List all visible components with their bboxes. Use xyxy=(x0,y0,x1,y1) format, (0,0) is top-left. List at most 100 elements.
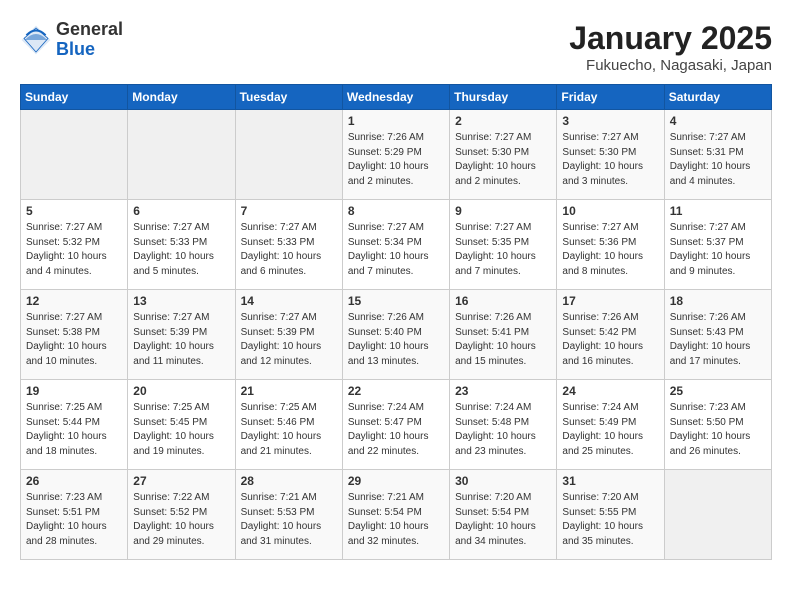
day-number: 5 xyxy=(26,204,122,218)
cell-content: Sunrise: 7:21 AMSunset: 5:54 PMDaylight:… xyxy=(348,491,444,549)
cell-content: Sunrise: 7:22 AMSunset: 5:52 PMDaylight:… xyxy=(133,491,229,549)
week-row-2: 5 Sunrise: 7:27 AMSunset: 5:32 PMDaylight… xyxy=(21,200,772,290)
calendar-cell: 3 Sunrise: 7:27 AMSunset: 5:30 PMDaylight… xyxy=(557,110,664,200)
calendar-cell: 25Sunrise: 7:23 AMSunset: 5:50 PMDayligh… xyxy=(664,380,771,470)
day-number: 13 xyxy=(133,294,229,308)
calendar-cell xyxy=(664,470,771,560)
day-number: 2 xyxy=(455,114,551,128)
cell-content: Sunrise: 7:24 AMSunset: 5:49 PMDaylight:… xyxy=(562,401,658,459)
calendar-cell: 1Sunrise: 7:26 AMSunset: 5:29 PMDaylight… xyxy=(342,110,449,200)
cell-content: Sunrise: 7:27 AMSunset: 5:34 PMDaylight:… xyxy=(348,221,444,279)
day-number: 18 xyxy=(670,294,766,308)
logo: General Blue xyxy=(20,20,123,60)
day-number: 7 xyxy=(241,204,337,218)
calendar-cell: 13 Sunrise: 7:27 AMSunset: 5:39 PMDayligh… xyxy=(128,290,235,380)
day-number: 26 xyxy=(26,474,122,488)
day-number: 24 xyxy=(562,384,658,398)
day-number: 29 xyxy=(348,474,444,488)
header-tuesday: Tuesday xyxy=(235,85,342,110)
logo-blue-text: Blue xyxy=(56,40,123,60)
cell-content: Sunrise: 7:27 AMSunset: 5:33 PMDaylight:… xyxy=(241,221,337,279)
cell-content: Sunrise: 7:27 AMSunset: 5:30 PMDaylight:… xyxy=(562,131,658,189)
day-number: 23 xyxy=(455,384,551,398)
cell-content: Sunrise: 7:27 AMSunset: 5:32 PMDaylight:… xyxy=(26,221,122,279)
cell-content: Sunrise: 7:27 AMSunset: 5:39 PMDaylight:… xyxy=(241,311,337,369)
week-row-4: 19 Sunrise: 7:25 AMSunset: 5:44 PMDayligh… xyxy=(21,380,772,470)
cell-content: Sunrise: 7:27 AMSunset: 5:35 PMDaylight:… xyxy=(455,221,551,279)
day-number: 3 xyxy=(562,114,658,128)
calendar-cell: 11 Sunrise: 7:27 AMSunset: 5:37 PMDayligh… xyxy=(664,200,771,290)
location: Fukuecho, Nagasaki, Japan xyxy=(569,57,772,74)
cell-content: Sunrise: 7:27 AMSunset: 5:39 PMDaylight:… xyxy=(133,311,229,369)
calendar-cell: 27 Sunrise: 7:22 AMSunset: 5:52 PMDayligh… xyxy=(128,470,235,560)
calendar-cell: 24 Sunrise: 7:24 AMSunset: 5:49 PMDayligh… xyxy=(557,380,664,470)
cell-content: Sunrise: 7:27 AMSunset: 5:30 PMDaylight:… xyxy=(455,131,551,189)
calendar-cell: 14 Sunrise: 7:27 AMSunset: 5:39 PMDayligh… xyxy=(235,290,342,380)
header-sunday: Sunday xyxy=(21,85,128,110)
calendar-cell: 2 Sunrise: 7:27 AMSunset: 5:30 PMDaylight… xyxy=(450,110,557,200)
cell-content: Sunrise: 7:21 AMSunset: 5:53 PMDaylight:… xyxy=(241,491,337,549)
cell-content: Sunrise: 7:27 AMSunset: 5:33 PMDaylight:… xyxy=(133,221,229,279)
cell-content: Sunrise: 7:26 AMSunset: 5:42 PMDaylight:… xyxy=(562,311,658,369)
calendar-cell: 30Sunrise: 7:20 AMSunset: 5:54 PMDayligh… xyxy=(450,470,557,560)
calendar-cell xyxy=(128,110,235,200)
header-friday: Friday xyxy=(557,85,664,110)
logo-text: General Blue xyxy=(56,20,123,60)
day-number: 22 xyxy=(348,384,444,398)
header-monday: Monday xyxy=(128,85,235,110)
cell-content: Sunrise: 7:27 AMSunset: 5:37 PMDaylight:… xyxy=(670,221,766,279)
week-row-3: 12Sunrise: 7:27 AMSunset: 5:38 PMDayligh… xyxy=(21,290,772,380)
day-number: 16 xyxy=(455,294,551,308)
day-number: 14 xyxy=(241,294,337,308)
calendar-cell: 31Sunrise: 7:20 AMSunset: 5:55 PMDayligh… xyxy=(557,470,664,560)
day-number: 21 xyxy=(241,384,337,398)
day-number: 6 xyxy=(133,204,229,218)
cell-content: Sunrise: 7:27 AMSunset: 5:36 PMDaylight:… xyxy=(562,221,658,279)
calendar-cell: 9 Sunrise: 7:27 AMSunset: 5:35 PMDaylight… xyxy=(450,200,557,290)
calendar-cell xyxy=(235,110,342,200)
cell-content: Sunrise: 7:20 AMSunset: 5:55 PMDaylight:… xyxy=(562,491,658,549)
cell-content: Sunrise: 7:20 AMSunset: 5:54 PMDaylight:… xyxy=(455,491,551,549)
day-number: 8 xyxy=(348,204,444,218)
day-number: 19 xyxy=(26,384,122,398)
header-row: SundayMondayTuesdayWednesdayThursdayFrid… xyxy=(21,85,772,110)
calendar-cell: 12Sunrise: 7:27 AMSunset: 5:38 PMDayligh… xyxy=(21,290,128,380)
calendar-cell: 20 Sunrise: 7:25 AMSunset: 5:45 PMDayligh… xyxy=(128,380,235,470)
calendar-cell: 15 Sunrise: 7:26 AMSunset: 5:40 PMDayligh… xyxy=(342,290,449,380)
cell-content: Sunrise: 7:27 AMSunset: 5:38 PMDaylight:… xyxy=(26,311,122,369)
header-thursday: Thursday xyxy=(450,85,557,110)
day-number: 27 xyxy=(133,474,229,488)
cell-content: Sunrise: 7:25 AMSunset: 5:44 PMDaylight:… xyxy=(26,401,122,459)
cell-content: Sunrise: 7:25 AMSunset: 5:45 PMDaylight:… xyxy=(133,401,229,459)
calendar-cell: 28Sunrise: 7:21 AMSunset: 5:53 PMDayligh… xyxy=(235,470,342,560)
calendar-cell: 29 Sunrise: 7:21 AMSunset: 5:54 PMDayligh… xyxy=(342,470,449,560)
calendar-cell: 4 Sunrise: 7:27 AMSunset: 5:31 PMDaylight… xyxy=(664,110,771,200)
cell-content: Sunrise: 7:25 AMSunset: 5:46 PMDaylight:… xyxy=(241,401,337,459)
day-number: 15 xyxy=(348,294,444,308)
calendar-cell: 21 Sunrise: 7:25 AMSunset: 5:46 PMDayligh… xyxy=(235,380,342,470)
calendar-cell xyxy=(21,110,128,200)
calendar-header: SundayMondayTuesdayWednesdayThursdayFrid… xyxy=(21,85,772,110)
calendar-cell: 19 Sunrise: 7:25 AMSunset: 5:44 PMDayligh… xyxy=(21,380,128,470)
week-row-5: 26 Sunrise: 7:23 AMSunset: 5:51 PMDayligh… xyxy=(21,470,772,560)
cell-content: Sunrise: 7:27 AMSunset: 5:31 PMDaylight:… xyxy=(670,131,766,189)
calendar-body: 1Sunrise: 7:26 AMSunset: 5:29 PMDaylight… xyxy=(21,110,772,560)
day-number: 11 xyxy=(670,204,766,218)
day-number: 20 xyxy=(133,384,229,398)
calendar-cell: 5 Sunrise: 7:27 AMSunset: 5:32 PMDaylight… xyxy=(21,200,128,290)
cell-content: Sunrise: 7:26 AMSunset: 5:43 PMDaylight:… xyxy=(670,311,766,369)
day-number: 10 xyxy=(562,204,658,218)
calendar-cell: 8 Sunrise: 7:27 AMSunset: 5:34 PMDaylight… xyxy=(342,200,449,290)
day-number: 9 xyxy=(455,204,551,218)
cell-content: Sunrise: 7:26 AMSunset: 5:40 PMDaylight:… xyxy=(348,311,444,369)
header-wednesday: Wednesday xyxy=(342,85,449,110)
day-number: 25 xyxy=(670,384,766,398)
calendar-cell: 18 Sunrise: 7:26 AMSunset: 5:43 PMDayligh… xyxy=(664,290,771,380)
day-number: 4 xyxy=(670,114,766,128)
logo-icon xyxy=(20,24,52,56)
calendar-cell: 26 Sunrise: 7:23 AMSunset: 5:51 PMDayligh… xyxy=(21,470,128,560)
cell-content: Sunrise: 7:23 AMSunset: 5:51 PMDaylight:… xyxy=(26,491,122,549)
calendar-cell: 17Sunrise: 7:26 AMSunset: 5:42 PMDayligh… xyxy=(557,290,664,380)
header-saturday: Saturday xyxy=(664,85,771,110)
calendar-cell: 22Sunrise: 7:24 AMSunset: 5:47 PMDayligh… xyxy=(342,380,449,470)
